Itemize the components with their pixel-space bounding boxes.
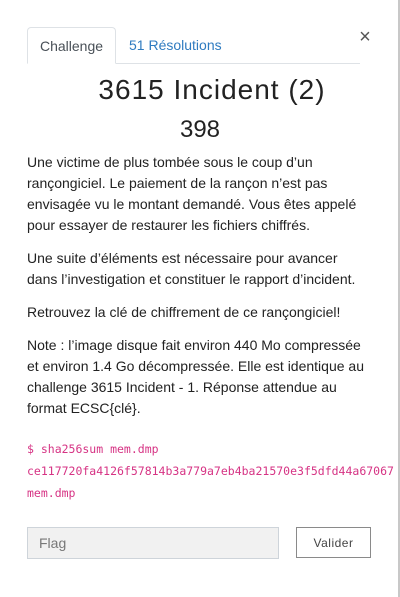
- code-line: ce117720fa4126f57814b3a779a7eb4ba21570e3…: [27, 464, 394, 478]
- challenge-name: 3615 Incident (2): [98, 74, 326, 105]
- code-line: $ sha256sum mem.dmp: [27, 442, 159, 456]
- description-paragraph: Retrouvez la clé de chiffrement de ce ra…: [27, 304, 341, 320]
- challenge-modal: Challenge 51 Résolutions × 3615 Incident…: [0, 0, 398, 597]
- code-line: mem.dmp: [27, 486, 76, 500]
- description-paragraph: Note : l’image disque fait environ 440 M…: [27, 337, 364, 416]
- challenge-value: 398: [179, 116, 221, 143]
- flag-input[interactable]: [27, 527, 279, 559]
- modal-tabs: Challenge 51 Résolutions: [27, 27, 360, 64]
- code-block: $ sha256sum mem.dmp ce117720fa4126f57814…: [27, 438, 400, 504]
- tab-challenge[interactable]: Challenge: [27, 27, 116, 64]
- tab-solves[interactable]: 51 Résolutions: [116, 27, 235, 63]
- close-icon[interactable]: ×: [357, 26, 373, 48]
- description-paragraph: Une suite d’éléments est nécessaire pour…: [27, 250, 356, 287]
- description-paragraph: Une victime de plus tombée sous le coup …: [27, 154, 357, 233]
- challenge-description: Une victime de plus tombée sous le coup …: [27, 152, 367, 431]
- submit-button[interactable]: Valider: [296, 527, 371, 558]
